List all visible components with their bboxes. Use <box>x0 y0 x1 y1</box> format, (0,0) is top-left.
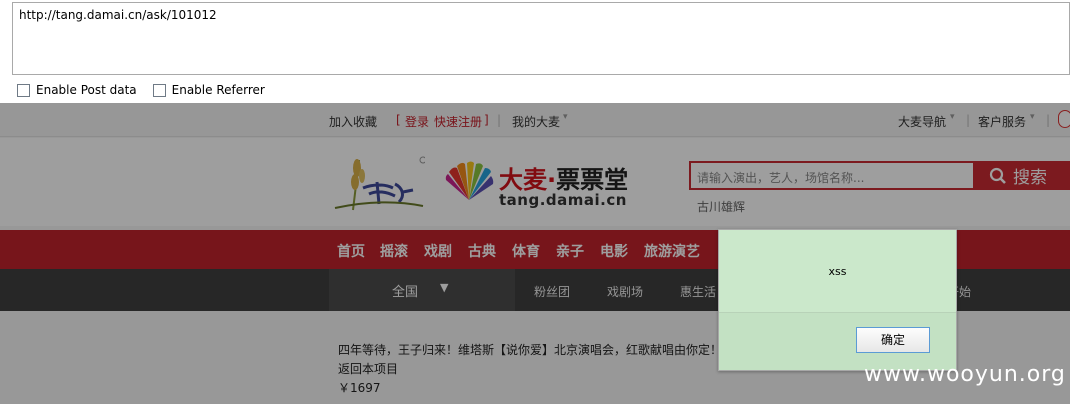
enable-post-option[interactable]: Enable Post data <box>17 83 137 97</box>
enable-post-checkbox[interactable] <box>17 83 30 97</box>
enable-referrer-checkbox[interactable] <box>152 83 166 97</box>
enable-referrer-label: Enable Referrer <box>171 83 265 97</box>
url-textarea[interactable]: http://tang.damai.cn/ask/101012 <box>12 2 1070 75</box>
alert-message: xss <box>828 265 847 278</box>
enable-post-label: Enable Post data <box>36 83 137 97</box>
watermark: www.wooyun.org <box>864 362 1066 387</box>
ok-button[interactable]: 确定 <box>856 327 930 353</box>
url-text: http://tang.damai.cn/ask/101012 <box>19 8 217 22</box>
enable-referrer-option[interactable]: Enable Referrer <box>152 83 265 97</box>
hackbar-options: Enable Post data Enable Referrer <box>17 82 281 98</box>
